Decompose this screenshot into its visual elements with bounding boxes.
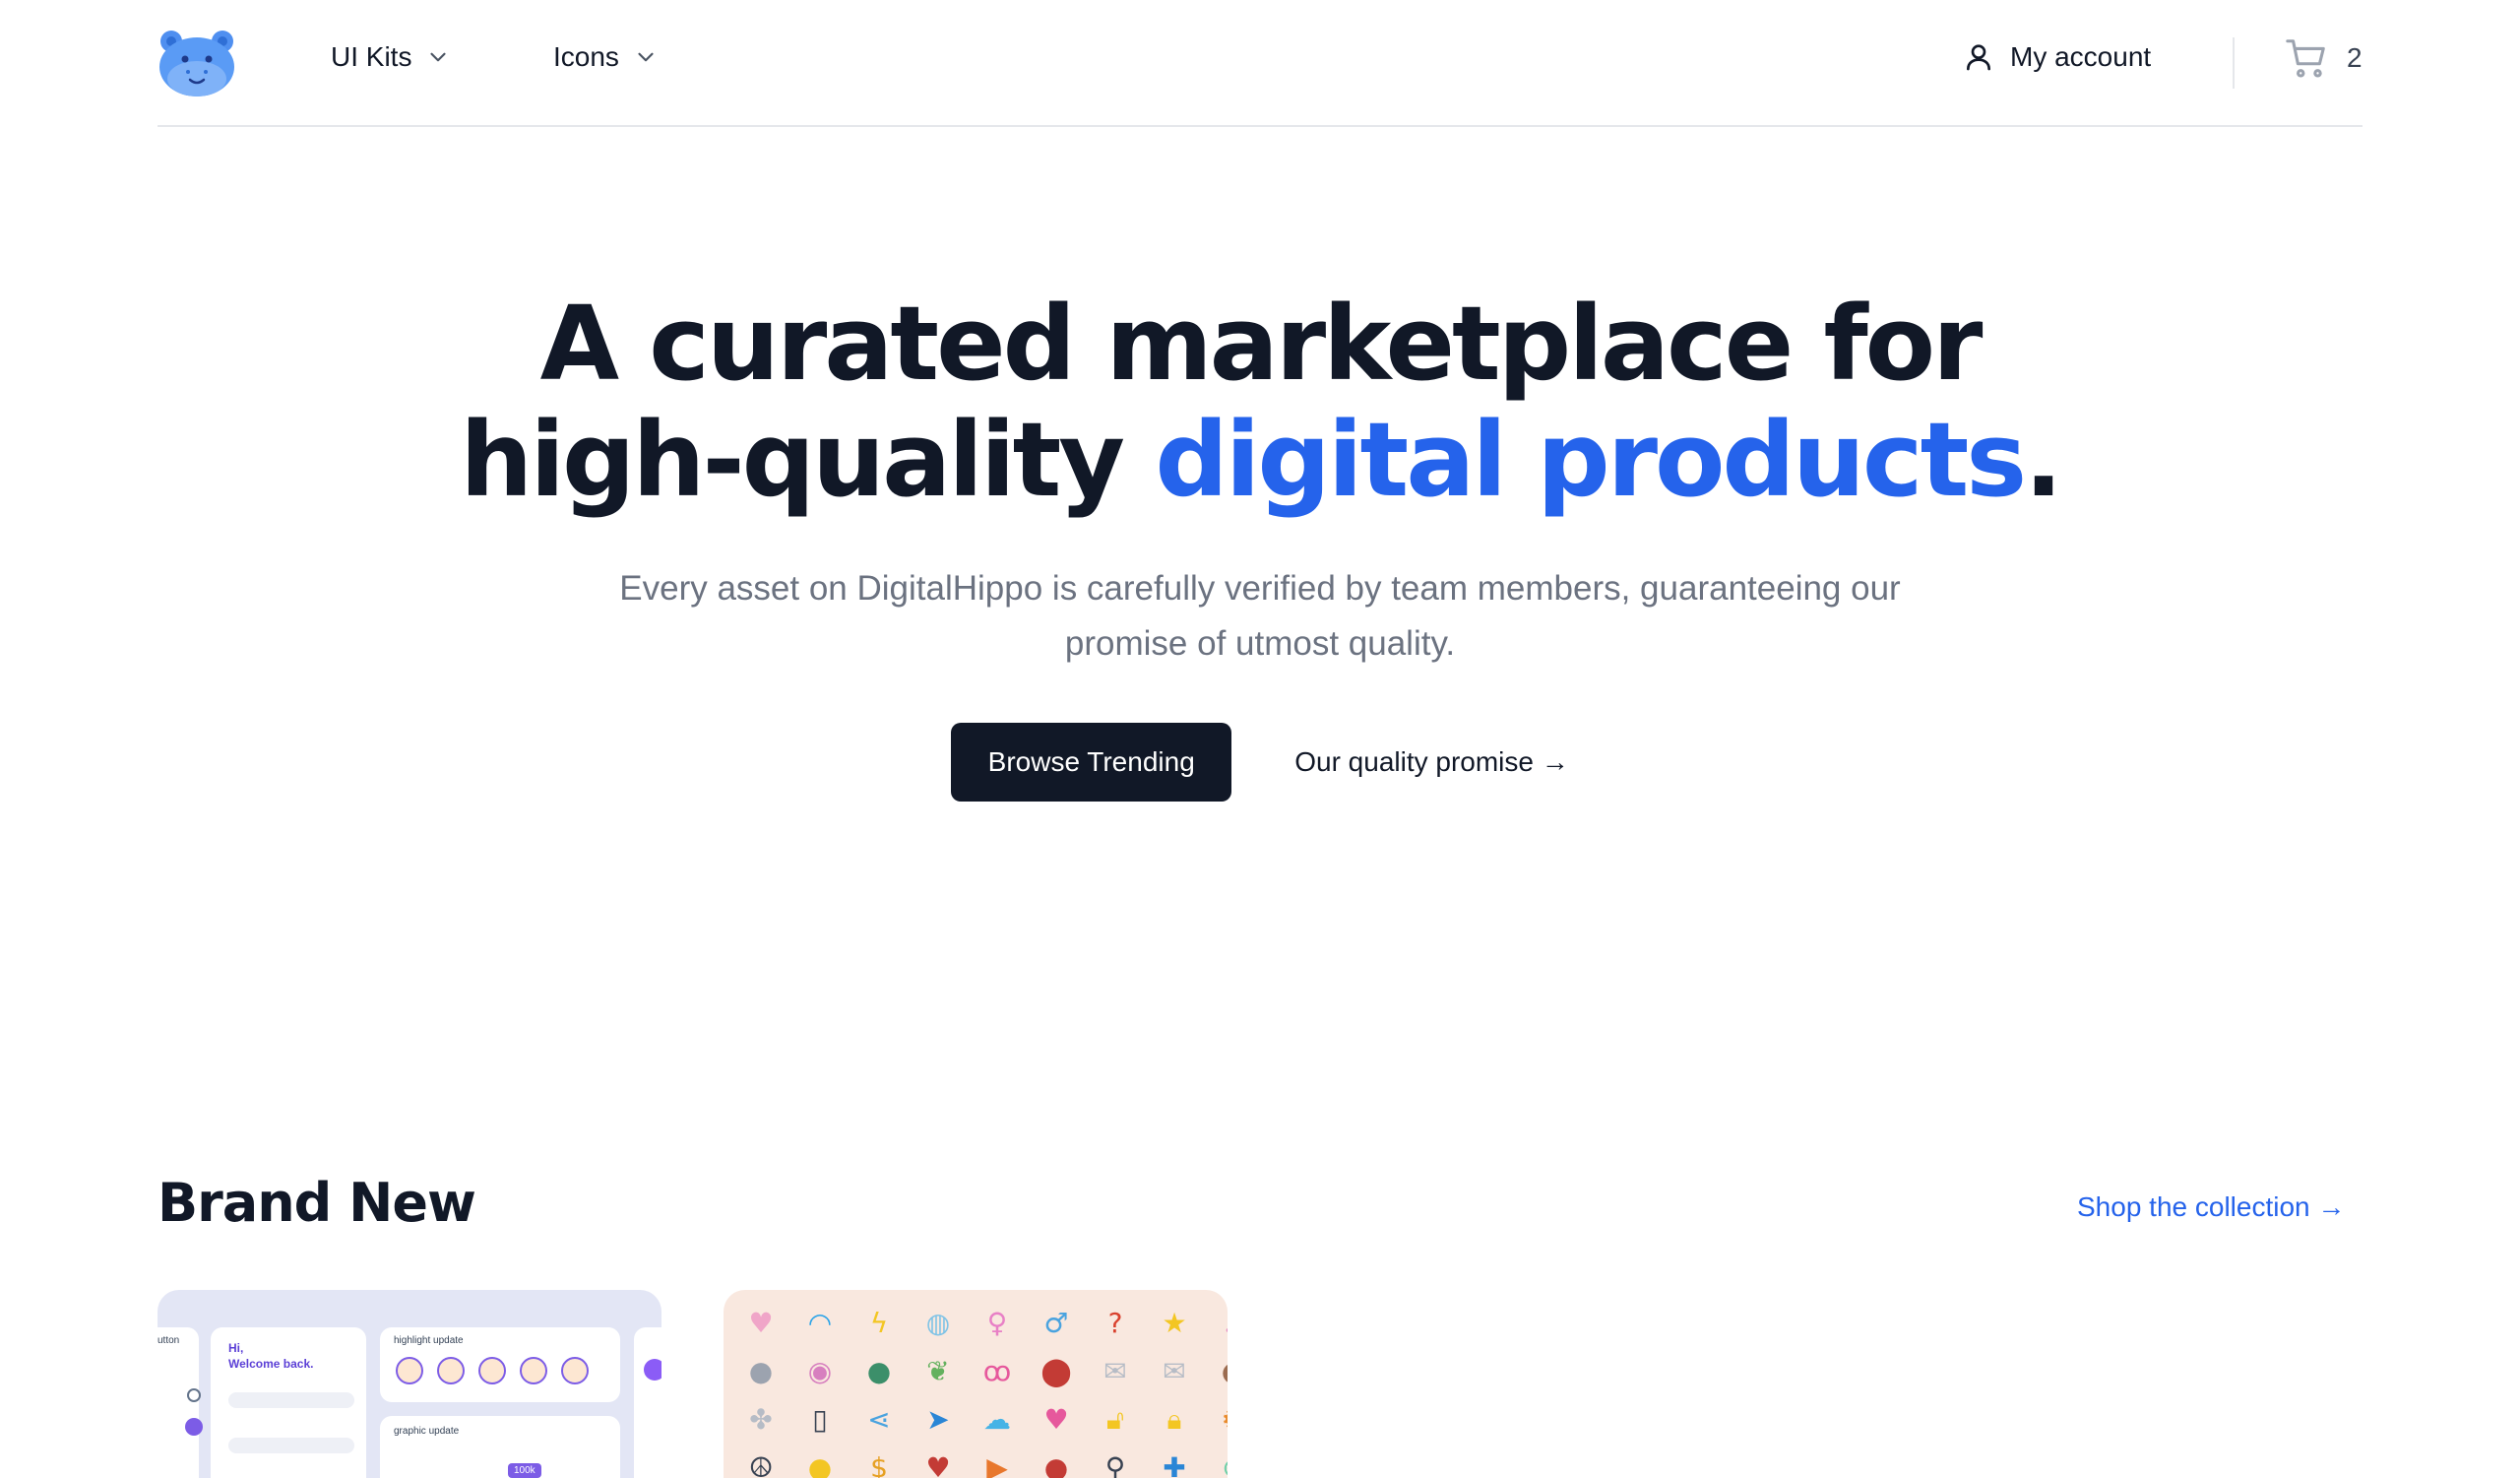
product-card-icons[interactable]: ♥ ◠ ϟ ◍ ♀ ♂ ? ★ ♫ ● ◉ ● ❦ ꝏ ⬤ ✉ ✉ ● ✤ ▯ … — [724, 1290, 1228, 1478]
hero-cta-row: Browse Trending Our quality promise → — [0, 723, 2520, 802]
mock-graphic-title: graphic update — [394, 1426, 460, 1437]
nav-icons-label: Icons — [553, 41, 619, 72]
nav-divider — [2233, 37, 2235, 89]
chevron-down-icon — [638, 52, 654, 62]
mock-dot — [185, 1418, 203, 1436]
nav-icons[interactable]: Icons — [553, 41, 659, 73]
mock-avatar — [478, 1357, 506, 1384]
ribbon-icon: ꝏ — [982, 1355, 1012, 1387]
mock-avatar — [396, 1357, 423, 1384]
shop-collection-link[interactable]: Shop the collection → — [2077, 1191, 2345, 1223]
magnifier-icon: ⚲ — [1104, 1451, 1126, 1478]
quality-promise-button[interactable]: Our quality promise → — [1294, 723, 1569, 802]
send-icon: ➤ — [926, 1403, 950, 1436]
mock-email-field — [228, 1392, 354, 1408]
hero-subtitle: Every asset on DigitalHippo is carefully… — [619, 569, 1901, 663]
chat-icon: ● — [1204, 1352, 1228, 1400]
unlock-icon: 🔓︎ — [1105, 1403, 1125, 1436]
earth-icon: ● — [866, 1355, 892, 1387]
peace-icon: ☮ — [748, 1451, 774, 1478]
mock-right-avatar — [644, 1359, 662, 1381]
product-image-ui-kit: utton Hi, Welcome back. highlight update… — [158, 1290, 662, 1478]
my-account-link[interactable]: My account — [1963, 41, 2151, 73]
navbar: UI Kits Icons My account 2 — [158, 0, 2362, 127]
phone-icon: ▯ — [812, 1403, 828, 1436]
location-pin-icon: ⬤ — [1040, 1355, 1072, 1387]
mock-welcome: Welcome back. — [228, 1357, 314, 1371]
coin-icon: ● — [807, 1451, 833, 1478]
mock-sidebar — [158, 1327, 199, 1478]
alert-icon: ● — [1043, 1451, 1069, 1478]
question-icon: ? — [1107, 1307, 1123, 1339]
hippo-logo-icon[interactable] — [158, 28, 236, 98]
play-icon: ▶ — [986, 1451, 1008, 1478]
music-bubble-icon: ◉ — [807, 1355, 833, 1387]
browse-trending-button[interactable]: Browse Trending — [951, 723, 1232, 802]
male-icon: ♂ — [1043, 1307, 1069, 1339]
user-icon — [1967, 44, 1990, 71]
heart-icon: ♥ — [748, 1307, 774, 1339]
chevron-down-icon — [430, 52, 447, 62]
hero-title-line2: high-quality — [460, 400, 1156, 520]
puzzle-icon: ✤ — [749, 1403, 773, 1436]
star-icon: ★ — [1162, 1307, 1187, 1339]
mail-open-icon: ✉ — [1103, 1355, 1127, 1387]
mock-avatar — [437, 1357, 465, 1384]
product-card-ui-kit[interactable]: utton Hi, Welcome back. highlight update… — [158, 1290, 662, 1478]
female-icon: ♀ — [986, 1307, 1008, 1339]
hero-title-accent: digital products — [1155, 400, 2027, 520]
plus-icon: ✚ — [1163, 1451, 1186, 1478]
lightning-icon: ϟ — [869, 1307, 889, 1339]
mock-right-panel — [634, 1327, 662, 1478]
nav-ui-kits[interactable]: UI Kits — [331, 41, 451, 73]
cart-count: 2 — [2347, 42, 2362, 73]
cloud-icon: ☁ — [983, 1403, 1011, 1436]
mock-highlight-title: highlight update — [394, 1335, 464, 1346]
mock-hi: Hi, — [228, 1341, 244, 1355]
dollar-icon: $ — [870, 1451, 888, 1478]
my-account-label: My account — [2010, 41, 2152, 72]
mock-chip: 100k — [508, 1463, 541, 1478]
hero-title-line1: A curated marketplace for — [539, 284, 1984, 404]
rainbow-heart-icon: ♥ — [1043, 1403, 1069, 1436]
product-image-icons: ♥ ◠ ϟ ◍ ♀ ♂ ? ★ ♫ ● ◉ ● ❦ ꝏ ⬤ ✉ ✉ ● ✤ ▯ … — [731, 1304, 1228, 1478]
wifi-icon: ◠ — [807, 1307, 833, 1339]
speech-bubble-icon: ● — [748, 1355, 774, 1387]
globe-icon: ◍ — [925, 1307, 951, 1339]
gear-icon: ⚙ — [1204, 1400, 1228, 1448]
mock-button-text: utton — [158, 1335, 180, 1346]
hero-section: A curated marketplace for high-quality d… — [0, 286, 2520, 802]
share-icon: ⋖ — [867, 1403, 891, 1436]
add-circle-icon: ⊕ — [1204, 1448, 1228, 1478]
leaf-icon: ❦ — [926, 1355, 950, 1387]
lock-icon: 🔒︎ — [1166, 1403, 1182, 1436]
nav-ui-kits-label: UI Kits — [331, 41, 412, 72]
shopping-cart-icon — [2286, 39, 2325, 78]
hero-title-period: . — [2024, 400, 2062, 520]
brand-new-heading: Brand New — [158, 1172, 476, 1234]
mock-avatar — [561, 1357, 589, 1384]
mail-icon: ✉ — [1163, 1355, 1186, 1387]
music-note-icon: ♫ — [1204, 1304, 1228, 1352]
mock-search-icon — [187, 1388, 201, 1402]
mock-avatar — [520, 1357, 547, 1384]
mock-password-field — [228, 1438, 354, 1453]
heartbeat-icon: ♥ — [925, 1451, 951, 1478]
cart-button[interactable]: 2 — [2284, 35, 2362, 81]
hero-title: A curated marketplace for high-quality d… — [0, 286, 2520, 518]
